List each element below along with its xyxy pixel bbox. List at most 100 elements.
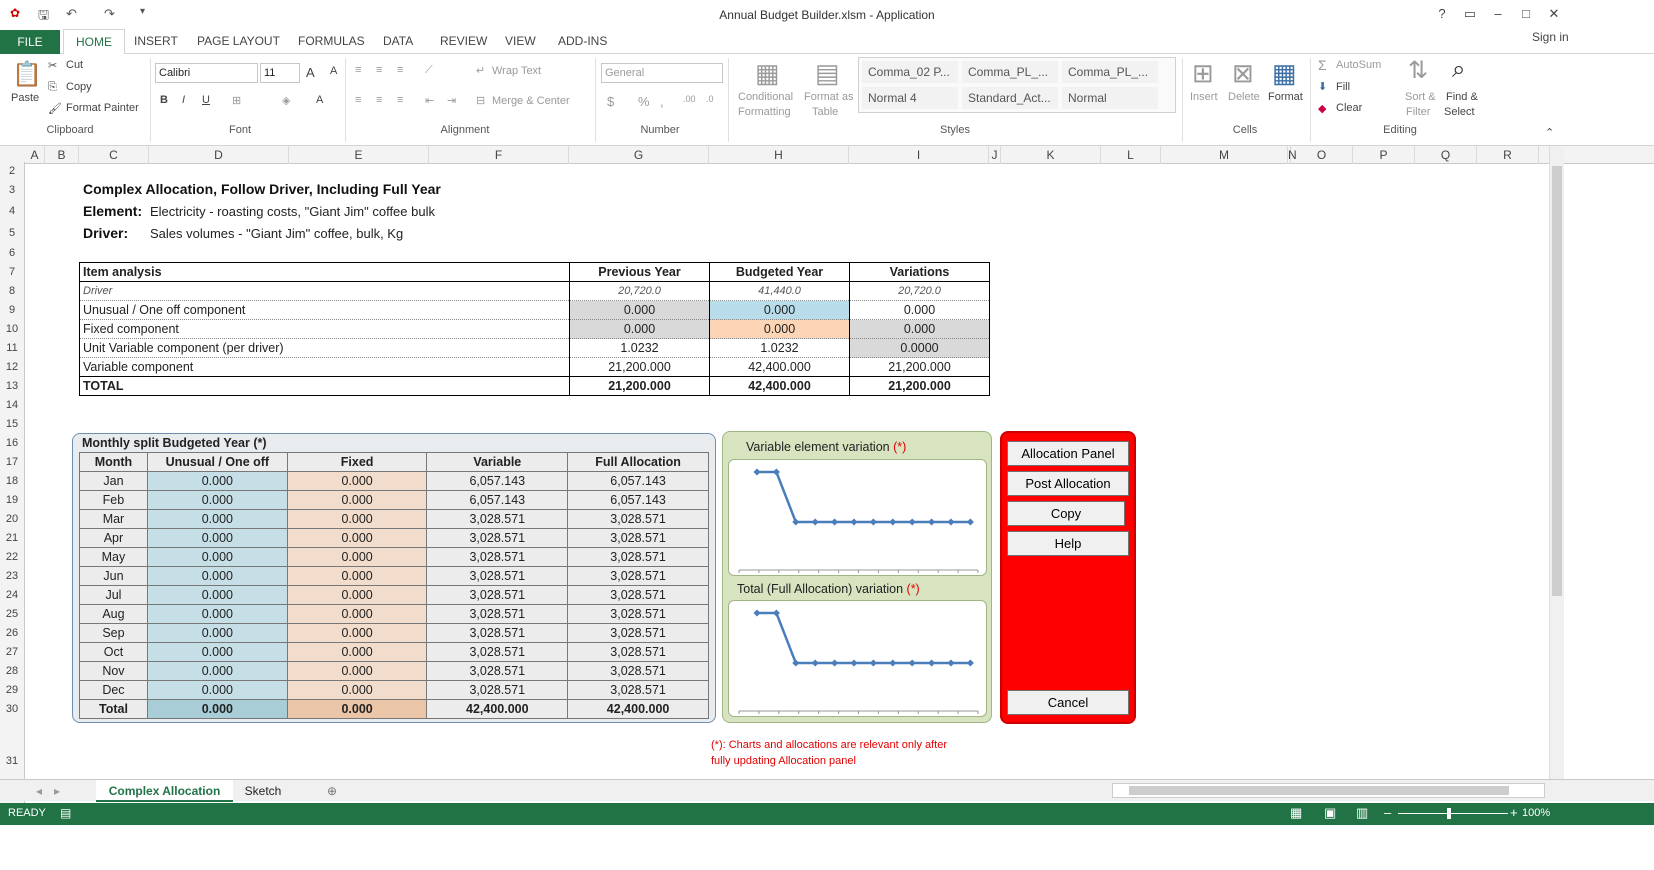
format-as-table-button[interactable]: Format as [804,91,854,103]
table-cell[interactable]: 3,028.571 [426,623,569,643]
style-cell[interactable]: Comma_PL_... [962,61,1058,83]
align-left-icon[interactable]: ≡ [355,94,361,106]
decrease-indent-icon[interactable]: ⇤ [425,94,434,107]
conditional-button[interactable]: Conditional [738,91,793,103]
comma-button[interactable]: , [660,94,664,109]
row-header[interactable]: 13 [0,377,25,396]
column-header[interactable]: K [1001,146,1101,164]
row-header[interactable]: 18 [0,472,25,491]
row-header[interactable]: 9 [0,301,25,320]
table-cell[interactable]: 0.000 [286,623,428,643]
number-format-combo[interactable]: General [601,63,723,83]
format-cells-button[interactable]: Format [1268,91,1303,103]
column-header[interactable]: Q [1415,146,1477,164]
table-cell[interactable]: 3,028.571 [567,509,709,529]
post-allocation-button[interactable]: Post Allocation [1007,471,1129,496]
zoom-in-icon[interactable]: + [1510,805,1518,820]
maximize-icon[interactable]: □ [1516,6,1536,21]
table-cell[interactable]: 3,028.571 [567,604,709,624]
table-cell[interactable]: 0.000 [146,661,288,681]
tab-formulas[interactable]: FORMULAS [298,34,365,48]
table-cell[interactable]: Jun [79,566,148,586]
align-top-icon[interactable]: ≡ [355,64,361,76]
merge-center-button[interactable]: Merge & Center [492,95,570,107]
table-cell[interactable]: 20,720.0 [569,281,710,301]
table-cell[interactable]: 0.000 [146,699,288,719]
sign-in-link[interactable]: Sign in [1532,30,1569,44]
row-header[interactable]: 8 [0,282,25,301]
table-cell[interactable]: 0.000 [146,547,288,567]
row-header[interactable]: 29 [0,681,25,700]
table-cell[interactable]: 0.000 [286,585,428,605]
table-cell[interactable]: 0.000 [286,547,428,567]
table-cell[interactable]: 0.000 [146,490,288,510]
table-cell[interactable]: Variable component [79,357,570,377]
close-icon[interactable]: ✕ [1544,6,1564,22]
table-cell[interactable]: 1.0232 [569,338,710,358]
column-header[interactable]: A [25,146,45,164]
orientation-icon[interactable]: ⟋ [425,64,433,77]
column-header[interactable]: E [289,146,429,164]
table-cell[interactable]: 3,028.571 [567,661,709,681]
sheet-tab-complex-allocation[interactable]: Complex Allocation [96,780,233,802]
table-cell[interactable]: 3,028.571 [426,680,569,700]
row-header[interactable]: 26 [0,624,25,643]
table-cell[interactable]: Sep [79,623,148,643]
insert-cells-icon[interactable]: ⊞ [1192,58,1214,89]
table-cell[interactable]: 42,400.000 [709,357,850,377]
table-cell[interactable]: 3,028.571 [567,566,709,586]
table-cell[interactable]: 41,440.0 [709,281,850,301]
prev-sheet-icon[interactable]: ◂ [32,780,46,802]
table-cell[interactable]: 3,028.571 [426,604,569,624]
table-cell[interactable]: 3,028.571 [426,509,569,529]
table-cell[interactable]: 0.000 [286,528,428,548]
row-header[interactable]: 20 [0,510,25,529]
style-cell[interactable]: Comma_02 P... [862,61,958,83]
row-header[interactable]: 22 [0,548,25,567]
table-cell[interactable]: 6,057.143 [426,471,569,491]
fill-color-icon[interactable]: ◈ [282,94,290,107]
table-cell[interactable]: 0.000 [146,585,288,605]
column-header[interactable]: I [849,146,989,164]
find-select-button[interactable]: Find & [1446,91,1478,103]
table-cell[interactable]: Dec [79,680,148,700]
column-header[interactable]: P [1353,146,1415,164]
paste-icon[interactable]: 📋 [12,60,42,89]
next-sheet-icon[interactable]: ▸ [50,780,64,802]
table-cell[interactable]: Feb [79,490,148,510]
row-header[interactable]: 4 [0,202,25,221]
table-cell[interactable]: 3,028.571 [426,642,569,662]
decrease-decimal-icon[interactable]: .0 [706,94,714,104]
column-header[interactable]: R [1477,146,1539,164]
currency-button[interactable]: $ [607,94,614,109]
add-sheet-icon[interactable]: ⊕ [322,780,342,802]
increase-indent-icon[interactable]: ⇥ [447,94,456,107]
fill-button[interactable]: Fill [1336,81,1350,93]
horizontal-scrollbar[interactable] [1112,783,1545,798]
table-cell[interactable]: Jul [79,585,148,605]
page-layout-view-icon[interactable]: ▣ [1324,805,1336,821]
style-cell[interactable]: Comma_PL_... [1062,61,1158,83]
merge-icon[interactable]: ⊟ [476,94,485,107]
tab-home[interactable]: HOME [63,29,125,55]
cut-button[interactable]: Cut [66,59,83,71]
row-header[interactable]: 27 [0,643,25,662]
table-cell[interactable]: 0.000 [146,509,288,529]
table-cell[interactable]: 20,720.0 [849,281,990,301]
underline-button[interactable]: U [202,94,210,106]
collapse-ribbon-icon[interactable]: ⌃ [1545,126,1554,139]
increase-decimal-icon[interactable]: .00 [683,94,696,104]
format-painter-button[interactable]: Format Painter [66,102,139,114]
column-header[interactable]: L [1101,146,1161,164]
table-cell[interactable]: Driver [79,281,570,301]
paste-button[interactable]: Paste [11,92,39,104]
table-cell[interactable]: 0.000 [569,300,710,320]
row-header[interactable]: 31 [0,752,25,771]
vertical-scrollbar[interactable] [1549,146,1564,779]
macro-record-icon[interactable]: ▤ [60,806,71,820]
wrap-text-icon[interactable]: ↵ [476,64,485,77]
column-header[interactable]: O [1291,146,1353,164]
conditional-formatting-icon[interactable]: ▦ [755,58,780,89]
format-painter-icon[interactable]: 🖌 [48,102,62,115]
table-cell[interactable]: Unusual / One off component [79,300,570,320]
